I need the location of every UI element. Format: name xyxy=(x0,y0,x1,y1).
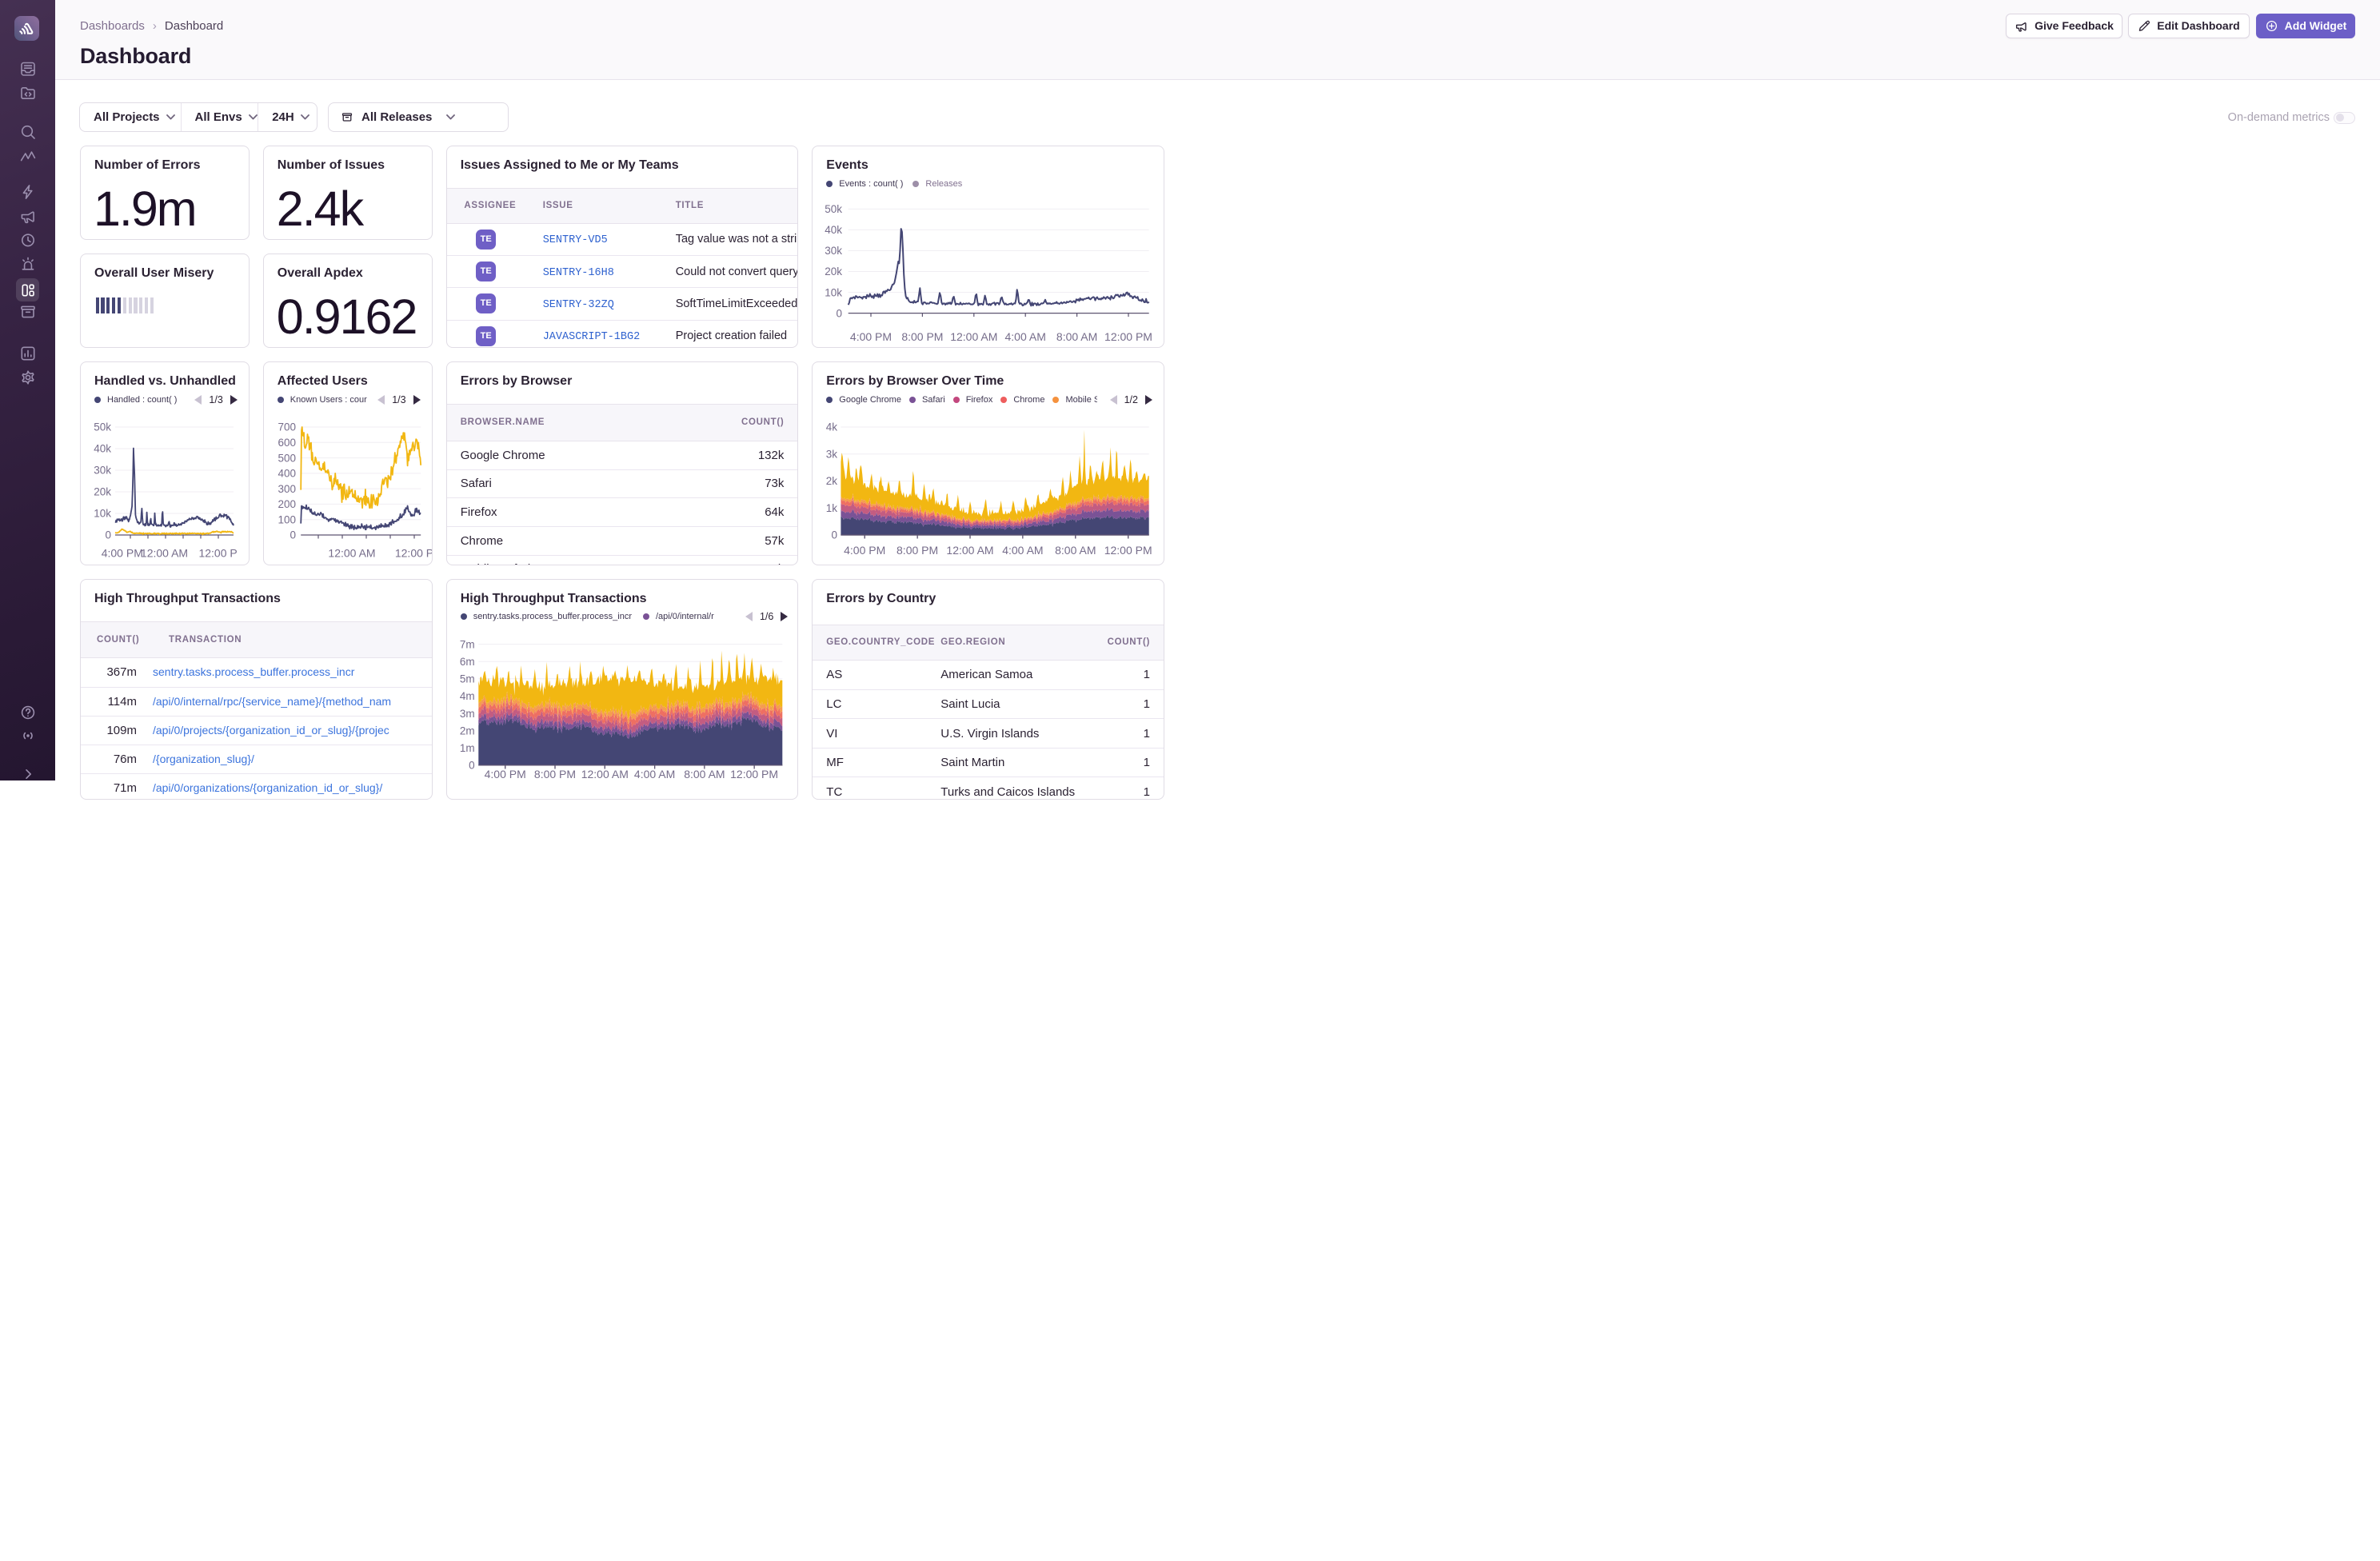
svg-text:12:00 AM: 12:00 AM xyxy=(581,768,628,780)
svg-text:30k: 30k xyxy=(94,465,111,477)
svg-text:10k: 10k xyxy=(94,508,111,520)
svg-text:8:00 PM: 8:00 PM xyxy=(534,768,576,780)
svg-text:0: 0 xyxy=(469,759,475,771)
svg-text:1k: 1k xyxy=(826,502,838,514)
svg-text:6m: 6m xyxy=(460,656,475,668)
svg-text:4:00 AM: 4:00 AM xyxy=(1005,330,1046,343)
svg-text:4:00 AM: 4:00 AM xyxy=(634,768,675,780)
svg-text:12:00 PM: 12:00 PM xyxy=(730,768,778,780)
svg-text:4:00 PM: 4:00 PM xyxy=(102,547,143,560)
svg-text:2k: 2k xyxy=(826,476,838,488)
svg-text:3m: 3m xyxy=(460,708,475,720)
svg-text:50k: 50k xyxy=(825,203,843,215)
svg-text:12:00 AM: 12:00 AM xyxy=(947,544,994,557)
svg-text:4k: 4k xyxy=(826,421,838,433)
svg-text:400: 400 xyxy=(278,468,296,480)
svg-text:700: 700 xyxy=(278,421,296,433)
svg-text:0: 0 xyxy=(290,529,296,541)
svg-text:8:00 AM: 8:00 AM xyxy=(1056,330,1097,343)
svg-text:5m: 5m xyxy=(460,673,475,685)
svg-text:1m: 1m xyxy=(460,742,475,754)
svg-text:0: 0 xyxy=(105,529,111,541)
svg-text:50k: 50k xyxy=(94,421,111,433)
svg-text:12:00 AM: 12:00 AM xyxy=(328,547,375,560)
svg-text:12:00 P: 12:00 P xyxy=(198,547,237,560)
svg-text:40k: 40k xyxy=(825,224,843,236)
svg-text:4:00 AM: 4:00 AM xyxy=(1003,544,1044,557)
svg-text:12:00 P: 12:00 P xyxy=(395,547,433,560)
svg-text:4:00 PM: 4:00 PM xyxy=(844,544,885,557)
svg-text:300: 300 xyxy=(278,483,296,495)
svg-text:2m: 2m xyxy=(460,725,475,737)
svg-text:0: 0 xyxy=(837,307,843,319)
svg-text:8:00 PM: 8:00 PM xyxy=(896,544,938,557)
svg-text:12:00 PM: 12:00 PM xyxy=(1104,544,1152,557)
svg-text:3k: 3k xyxy=(826,449,838,461)
svg-text:40k: 40k xyxy=(94,443,111,455)
svg-text:12:00 AM: 12:00 AM xyxy=(141,547,188,560)
svg-text:8:00 AM: 8:00 AM xyxy=(1055,544,1096,557)
svg-text:12:00 PM: 12:00 PM xyxy=(1104,330,1152,343)
svg-text:10k: 10k xyxy=(825,286,843,298)
svg-text:7m: 7m xyxy=(460,638,475,650)
svg-text:200: 200 xyxy=(278,498,296,510)
svg-text:100: 100 xyxy=(278,514,296,526)
svg-text:4m: 4m xyxy=(460,690,475,702)
svg-text:500: 500 xyxy=(278,453,296,465)
svg-text:4:00 PM: 4:00 PM xyxy=(850,330,892,343)
svg-text:0: 0 xyxy=(832,529,838,541)
svg-text:20k: 20k xyxy=(825,265,843,277)
svg-text:8:00 PM: 8:00 PM xyxy=(902,330,944,343)
svg-text:20k: 20k xyxy=(94,486,111,498)
svg-text:30k: 30k xyxy=(825,245,843,257)
svg-text:4:00 PM: 4:00 PM xyxy=(484,768,525,780)
svg-text:600: 600 xyxy=(278,437,296,449)
svg-text:12:00 AM: 12:00 AM xyxy=(951,330,998,343)
svg-text:8:00 AM: 8:00 AM xyxy=(684,768,725,780)
